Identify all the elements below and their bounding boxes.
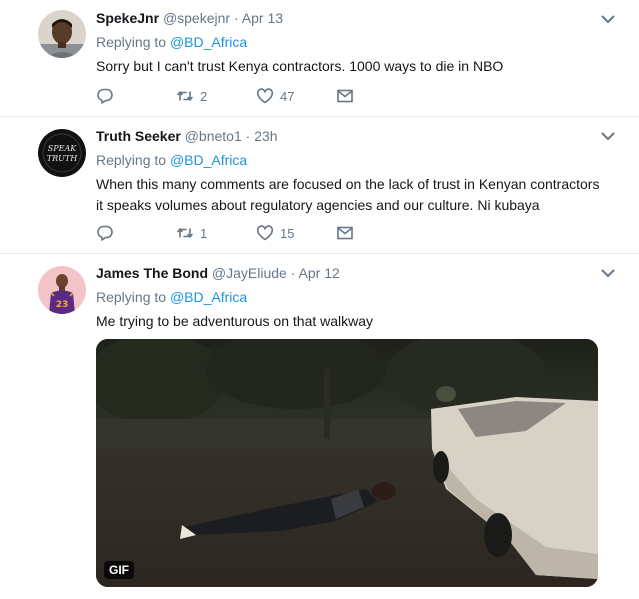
avatar[interactable]: [38, 10, 86, 58]
tweet-actions: 2 47: [96, 87, 354, 105]
mention-link[interactable]: @BD_Africa: [170, 34, 247, 50]
tweet-text: Sorry but I can't trust Kenya contractor…: [96, 58, 504, 74]
tweet[interactable]: SpekeJnr @spekejnr · Apr 13 Replying to …: [0, 0, 639, 117]
retweet-button[interactable]: 1: [176, 224, 256, 242]
replying-to-label: Replying to: [96, 152, 170, 168]
retweet-icon: [177, 228, 193, 238]
envelope-icon: [337, 89, 353, 103]
gif-media[interactable]: GIF: [96, 339, 598, 587]
replying-to-label: Replying to: [96, 289, 170, 305]
display-name[interactable]: James The Bond: [96, 265, 208, 281]
tweet-text-line: When this many comments are focused on t…: [96, 176, 600, 192]
retweet-count: 1: [200, 225, 208, 241]
separator-dot: ·: [233, 10, 239, 26]
chevron-down-icon[interactable]: [599, 264, 617, 282]
avatar-logo-text: TRUTH: [47, 154, 78, 163]
display-name[interactable]: Truth Seeker: [96, 128, 181, 144]
tweet-text: When this many comments are focused on t…: [96, 174, 619, 216]
direct-message-button[interactable]: [336, 224, 354, 242]
like-count: 47: [280, 88, 295, 104]
separator-dot: ·: [245, 128, 251, 144]
avatar-image: [38, 10, 86, 58]
separator-dot: ·: [290, 265, 296, 281]
avatar-jersey-number: 23: [56, 300, 69, 310]
gif-scene-image: [96, 339, 598, 587]
envelope-icon: [337, 226, 353, 240]
like-count: 15: [280, 225, 295, 241]
tweet[interactable]: 23 James The Bond @JayEliude · Apr 12 Re…: [0, 254, 639, 599]
reply-button[interactable]: [96, 224, 176, 242]
avatar-image: SPEAK TRUTH: [38, 129, 86, 177]
replying-to: Replying to @BD_Africa: [96, 32, 619, 52]
tweet-text-line: it speaks volumes about regulatory agenc…: [96, 197, 540, 213]
tweet-header: James The Bond @JayEliude · Apr 12: [96, 263, 619, 283]
replies-timeline: SpekeJnr @spekejnr · Apr 13 Replying to …: [0, 0, 639, 599]
display-name[interactable]: SpekeJnr: [96, 10, 159, 26]
mention-link[interactable]: @BD_Africa: [170, 289, 247, 305]
gif-badge: GIF: [104, 561, 134, 579]
heart-icon: [256, 88, 274, 104]
like-button[interactable]: 15: [256, 224, 336, 242]
user-handle[interactable]: @spekejnr: [163, 10, 230, 26]
reply-button[interactable]: [96, 87, 176, 105]
chevron-down-icon[interactable]: [599, 127, 617, 145]
replying-to: Replying to @BD_Africa: [96, 150, 619, 170]
retweet-button[interactable]: 2: [176, 87, 256, 105]
tweet-actions: 1 15: [96, 224, 354, 242]
tweet-text: Me trying to be adventurous on that walk…: [96, 313, 374, 329]
retweet-count: 2: [200, 88, 208, 104]
tweet-timestamp[interactable]: Apr 13: [242, 10, 283, 26]
user-handle[interactable]: @JayEliude: [212, 265, 287, 281]
retweet-icon: [177, 91, 193, 101]
replying-to-label: Replying to: [96, 34, 170, 50]
tweet-header: SpekeJnr @spekejnr · Apr 13: [96, 8, 619, 28]
reply-icon: [97, 225, 113, 241]
tweet-timestamp[interactable]: 23h: [254, 128, 277, 144]
mention-link[interactable]: @BD_Africa: [170, 152, 247, 168]
reply-icon: [97, 88, 113, 104]
replying-to: Replying to @BD_Africa: [96, 287, 619, 307]
avatar[interactable]: SPEAK TRUTH: [38, 129, 86, 177]
tweet[interactable]: SPEAK TRUTH Truth Seeker @bneto1 · 23h R…: [0, 117, 639, 254]
avatar-logo-text: SPEAK: [48, 144, 77, 153]
user-handle[interactable]: @bneto1: [185, 128, 242, 144]
like-button[interactable]: 47: [256, 87, 336, 105]
chevron-down-icon[interactable]: [599, 10, 617, 28]
avatar[interactable]: 23: [38, 266, 86, 314]
avatar-image: 23: [38, 266, 86, 314]
tweet-header: Truth Seeker @bneto1 · 23h: [96, 126, 619, 146]
direct-message-button[interactable]: [336, 87, 354, 105]
tweet-timestamp[interactable]: Apr 12: [299, 265, 340, 281]
heart-icon: [256, 225, 274, 241]
